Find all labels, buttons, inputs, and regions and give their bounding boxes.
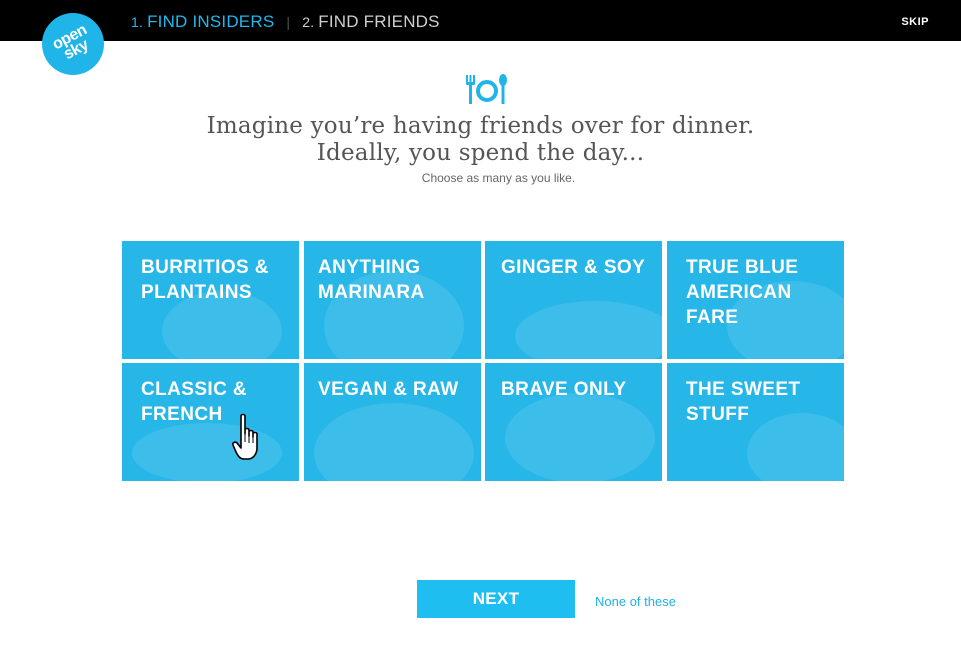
tile-classic-french[interactable]: CLASSIC & FRENCH [122,363,299,481]
tile-ginger-soy[interactable]: GINGER & SOY [485,241,662,359]
tile-true-blue-american-fare[interactable]: TRUE BLUE AMERICAN FARE [667,241,844,359]
step-divider: | [286,14,291,30]
next-button[interactable]: NEXT [417,580,575,618]
none-of-these-link[interactable]: None of these [595,594,676,609]
step-indicator: 1. FIND INSIDERS | 2. FIND FRIENDS [131,11,440,33]
step-find-friends[interactable]: 2. FIND FRIENDS [302,12,439,32]
prompt-hint: Choose as many as you like. [421,171,576,185]
tile-vegan-raw[interactable]: VEGAN & RAW [304,363,481,481]
tile-brave-only[interactable]: BRAVE ONLY [485,363,662,481]
top-bar: 1. FIND INSIDERS | 2. FIND FRIENDS SKIP [0,0,961,41]
skip-button[interactable]: SKIP [901,16,929,28]
tile-burritos-plantains[interactable]: BURRITIOS & PLANTAINS [122,241,299,359]
tile-anything-marinara[interactable]: ANYTHING MARINARA [304,241,481,359]
hand-pointer-icon [232,413,258,460]
fork-plate-spoon-icon [466,74,507,104]
tile-the-sweet-stuff[interactable]: THE SWEET STUFF [667,363,844,481]
step-find-insiders[interactable]: 1. FIND INSIDERS [131,12,274,32]
prompt-heading: Imagine you’re having friends over for d… [206,113,755,166]
opensky-logo[interactable]: open sky [42,13,104,75]
cuisine-grid: BURRITIOS & PLANTAINS ANYTHING MARINARA … [122,241,844,481]
